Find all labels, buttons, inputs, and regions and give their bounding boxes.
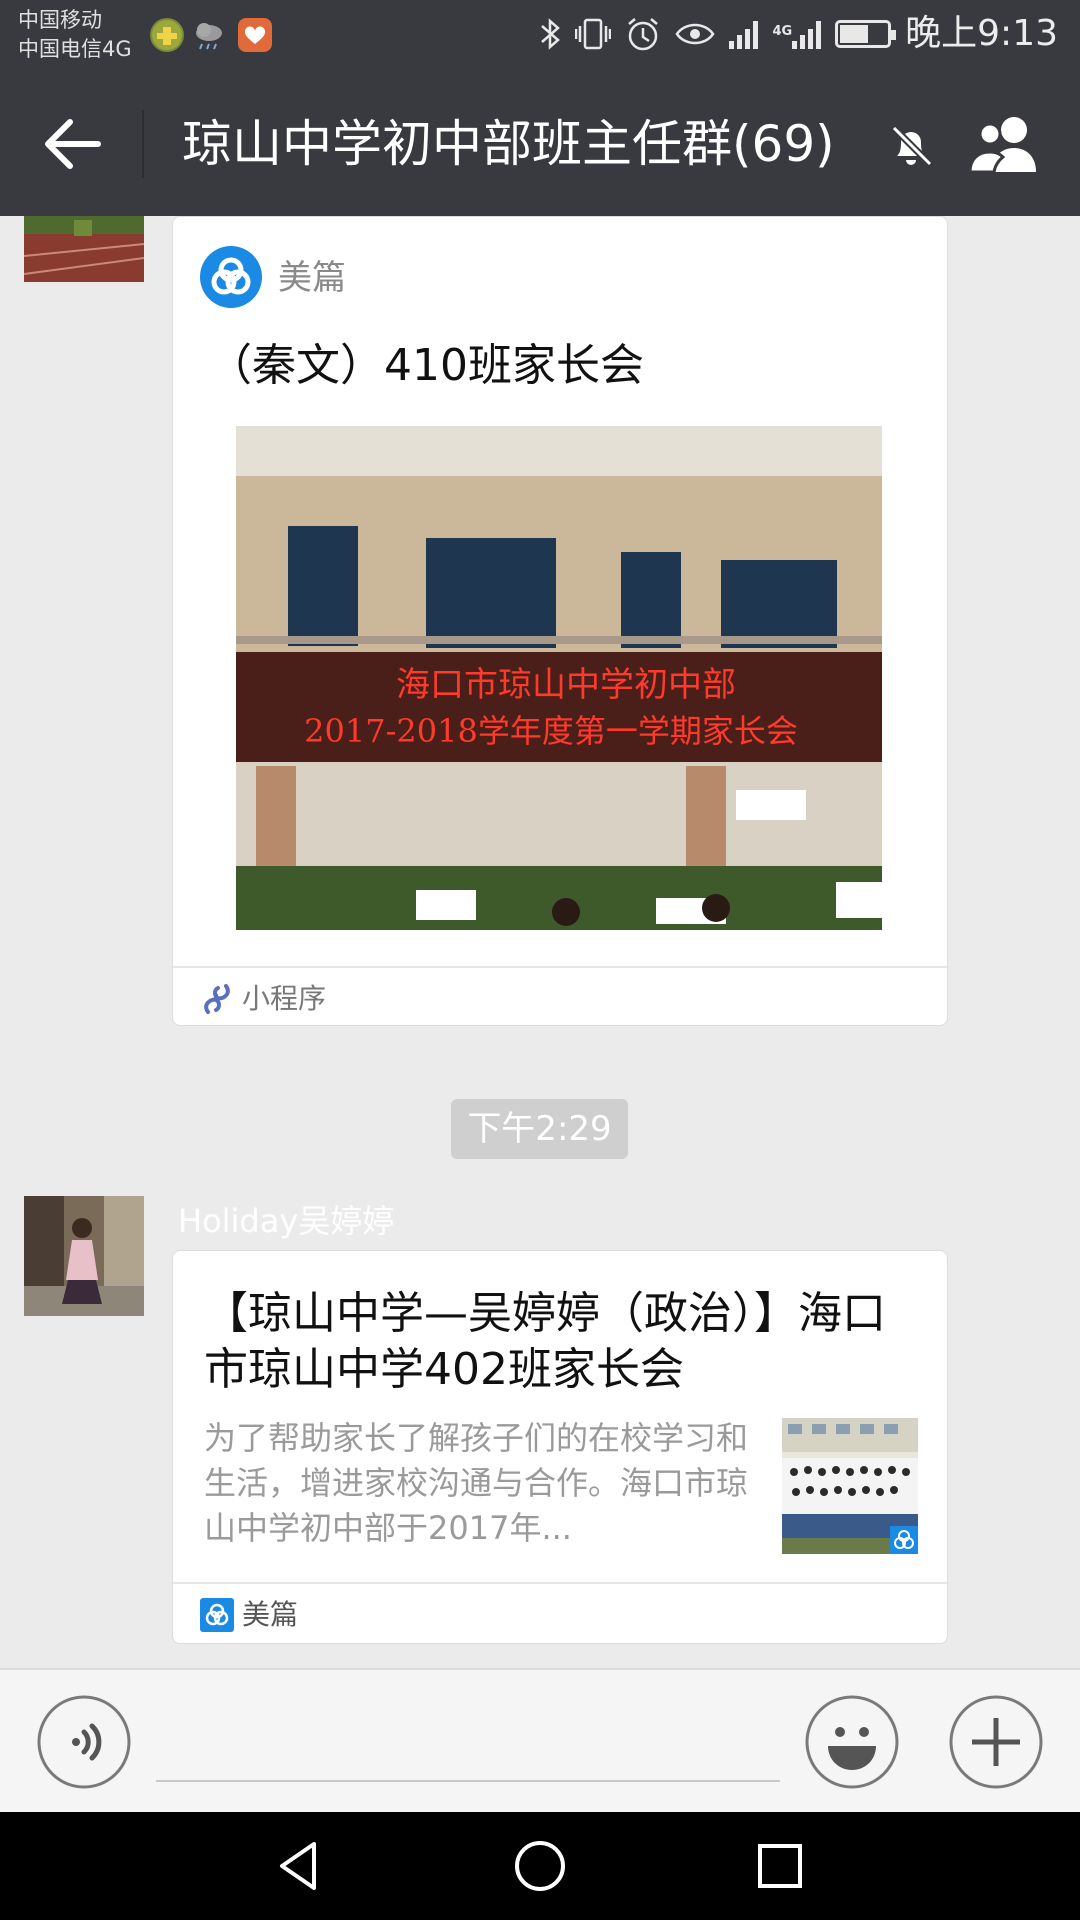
group-members-icon — [968, 117, 1036, 174]
alarm-icon — [628, 18, 659, 51]
carrier-info: 中国移动 中国电信4G — [18, 6, 132, 64]
notification-app-icon — [150, 18, 184, 52]
sender-avatar[interactable] — [24, 1196, 144, 1316]
back-button[interactable] — [40, 114, 106, 174]
health-app-icon — [238, 18, 272, 52]
mini-program-cover-image: 海口市琼山中学初中部 2017-2018学年度第一学期家长会 — [236, 426, 882, 930]
more-options-button[interactable] — [948, 1694, 1044, 1790]
bell-muted-icon — [884, 118, 938, 172]
voice-button[interactable] — [36, 1694, 132, 1790]
group-members-button[interactable] — [966, 112, 1050, 178]
chat-title: 琼山中学初中部班主任群(69) — [182, 115, 835, 173]
status-bar: 中国移动 中国电信4G 4G 晚上9:13 — [0, 0, 1080, 70]
network-type-label: 4G — [772, 24, 793, 39]
avatar-image — [24, 216, 144, 282]
status-time: 晚上9:13 — [905, 13, 1058, 54]
mini-program-icon — [200, 982, 234, 1016]
nav-back-icon — [280, 1842, 316, 1890]
weather-icon — [192, 18, 226, 52]
meipian-logo-icon — [200, 246, 262, 308]
sender-name: Holiday吴婷婷 — [178, 1202, 395, 1240]
nav-recents-icon — [758, 1844, 802, 1888]
input-bar — [0, 1668, 1080, 1812]
card-divider — [173, 1582, 947, 1584]
status-icons: 4G 晚上9:13 — [539, 14, 1058, 54]
sender-avatar[interactable] — [24, 216, 144, 282]
vibrate-icon — [575, 18, 612, 50]
nav-back-button[interactable] — [270, 1836, 330, 1896]
message-input[interactable] — [156, 1710, 780, 1782]
eye-icon — [675, 23, 715, 45]
article-title: 【琼山中学—吴婷婷（政治）】海口市琼山中学402班家长会 — [204, 1288, 886, 1395]
chat-header: 琼山中学初中部班主任群(69) — [0, 70, 1080, 216]
mini-program-label: 小程序 — [242, 982, 327, 1015]
signal-4g-icon: 4G — [772, 19, 822, 49]
message-timestamp: 下午2:29 — [451, 1099, 628, 1159]
voice-icon — [37, 1695, 131, 1789]
led-banner-line2: 2017-2018学年度第一学期家长会 — [304, 712, 798, 750]
article-description: 为了帮助家长了解孩子们的在校学习和生活，增进家校沟通与合作。海口市琼山中学初中部… — [204, 1419, 749, 1547]
article-thumbnail — [782, 1418, 918, 1554]
article-source: 美篇 — [242, 1598, 299, 1631]
meipian-small-icon — [200, 1598, 234, 1632]
battery-icon — [835, 20, 897, 48]
back-arrow-icon — [45, 119, 101, 169]
header-divider — [142, 110, 144, 178]
signal-icon — [729, 19, 759, 49]
system-nav-bar — [0, 1812, 1080, 1920]
nav-home-button[interactable] — [510, 1836, 570, 1896]
avatar-image — [24, 1196, 144, 1316]
nav-home-icon — [515, 1841, 565, 1891]
plus-icon — [949, 1695, 1043, 1789]
bluetooth-icon — [541, 18, 561, 50]
led-banner-line1: 海口市琼山中学初中部 — [396, 665, 736, 705]
emoji-button[interactable] — [804, 1694, 900, 1790]
carrier-2: 中国电信4G — [18, 37, 132, 61]
card-divider — [173, 966, 947, 968]
mini-program-title: （秦文）410班家长会 — [208, 340, 644, 391]
mini-program-source: 美篇 — [278, 258, 346, 298]
nav-recents-button[interactable] — [750, 1836, 810, 1896]
emoji-icon — [805, 1695, 899, 1789]
carrier-1: 中国移动 — [18, 8, 102, 32]
